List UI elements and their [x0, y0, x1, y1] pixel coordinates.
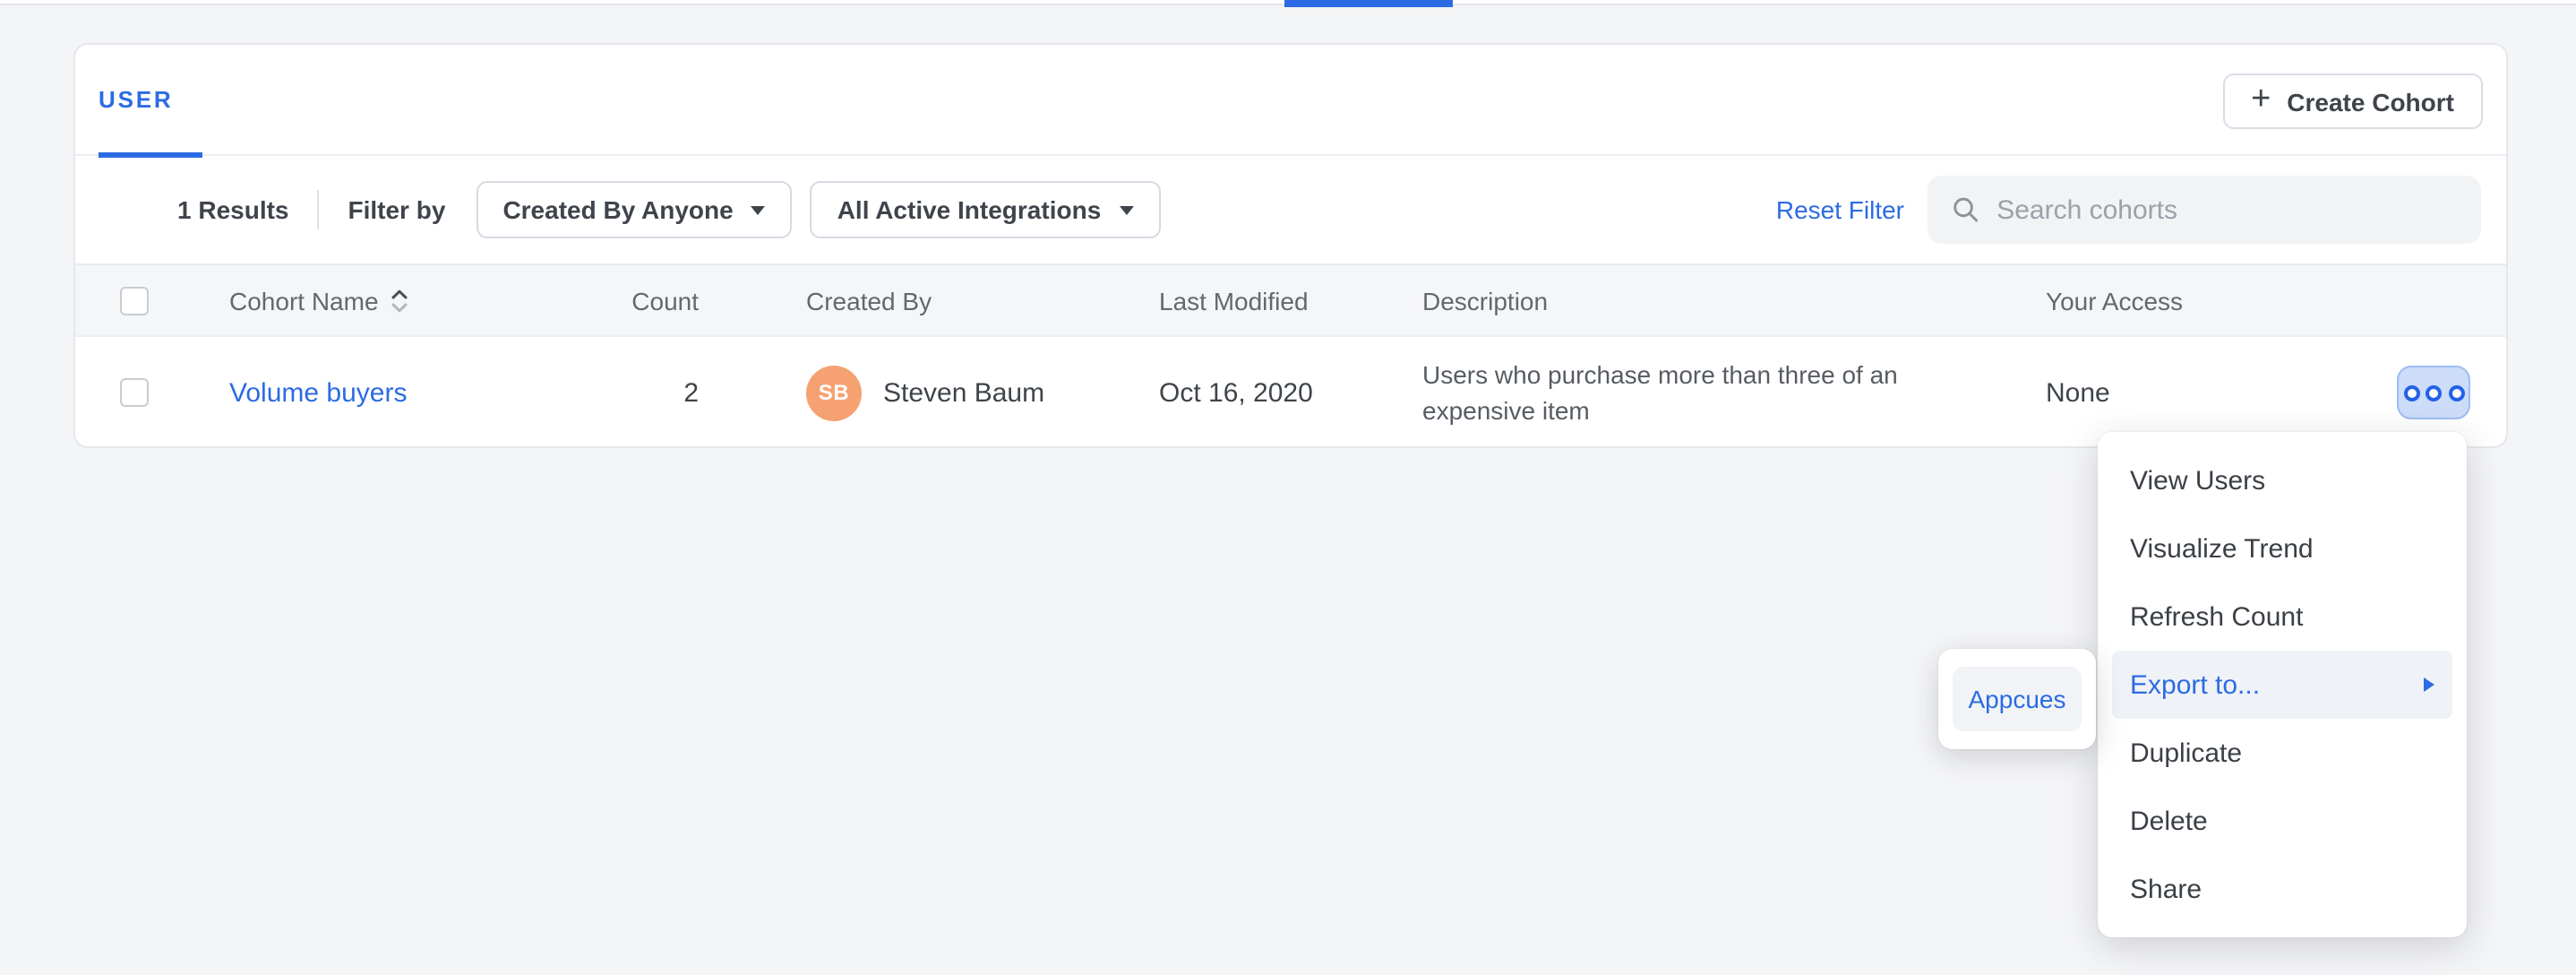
submenu-item-appcues[interactable]: Appcues	[1953, 667, 2082, 731]
search-box[interactable]	[1928, 176, 2481, 244]
reset-filter-link[interactable]: Reset Filter	[1776, 195, 1904, 224]
menu-item-view-users[interactable]: View Users	[2112, 446, 2452, 514]
ellipsis-icon	[2426, 384, 2442, 401]
cohorts-page: USER + Create Cohort 1 Results Filter by…	[0, 0, 2576, 975]
tab-user-underline	[99, 151, 202, 158]
filter-bar: 1 Results Filter by Created By Anyone Al…	[75, 156, 2506, 265]
active-nav-tab-indicator	[1284, 0, 1453, 7]
caret-down-icon	[1119, 205, 1133, 214]
last-modified-date: Oct 16, 2020	[1159, 377, 1422, 408]
ellipsis-icon	[2448, 384, 2464, 401]
column-header-count[interactable]: Count	[573, 286, 699, 315]
select-all-checkbox[interactable]	[120, 286, 149, 315]
menu-item-delete[interactable]: Delete	[2112, 787, 2452, 855]
column-header-created-by[interactable]: Created By	[699, 286, 1159, 315]
column-header-your-access[interactable]: Your Access	[2046, 286, 2397, 315]
created-by-name: Steven Baum	[883, 377, 1044, 408]
menu-item-visualize-trend[interactable]: Visualize Trend	[2112, 514, 2452, 582]
row-actions-button[interactable]	[2397, 366, 2470, 419]
row-checkbox[interactable]	[120, 378, 149, 407]
menu-item-export-to[interactable]: Export to...	[2112, 651, 2452, 719]
column-header-description[interactable]: Description	[1422, 286, 2046, 315]
table-header-row: Cohort Name Count Created By Last Modifi…	[75, 265, 2506, 337]
cohort-name-link[interactable]: Volume buyers	[229, 377, 407, 408]
integrations-dropdown-label: All Active Integrations	[837, 195, 1102, 224]
column-header-cohort-name[interactable]: Cohort Name	[229, 286, 573, 315]
create-cohort-label: Create Cohort	[2287, 87, 2454, 116]
menu-item-duplicate[interactable]: Duplicate	[2112, 719, 2452, 787]
export-submenu: Appcues	[1938, 649, 2096, 749]
created-by-dropdown-label: Created By Anyone	[502, 195, 733, 224]
integrations-dropdown[interactable]: All Active Integrations	[811, 181, 1161, 238]
export-to-label: Export to...	[2130, 669, 2260, 700]
filter-by-label: Filter by	[348, 195, 446, 224]
divider	[318, 190, 320, 229]
search-input[interactable]	[1996, 194, 2460, 225]
submenu-arrow-icon	[2424, 677, 2434, 692]
tab-user-label: USER	[99, 86, 173, 113]
ellipsis-icon	[2403, 384, 2419, 401]
menu-item-share[interactable]: Share	[2112, 855, 2452, 923]
column-header-last-modified[interactable]: Last Modified	[1159, 286, 1422, 315]
plus-icon: +	[2251, 82, 2271, 116]
tab-user[interactable]: USER	[99, 45, 173, 154]
created-by-dropdown[interactable]: Created By Anyone	[476, 181, 792, 238]
create-cohort-button[interactable]: + Create Cohort	[2222, 73, 2483, 129]
created-by-cell: SB Steven Baum	[806, 365, 1159, 420]
cohort-description: Users who purchase more than three of an…	[1422, 356, 1978, 428]
search-icon	[1953, 195, 1979, 224]
caret-down-icon	[751, 205, 766, 214]
cohorts-card: USER + Create Cohort 1 Results Filter by…	[73, 43, 2508, 448]
row-actions-menu: View Users Visualize Trend Refresh Count…	[2098, 432, 2467, 937]
cohort-count: 2	[573, 377, 699, 408]
results-count: 1 Results	[177, 195, 289, 224]
menu-item-refresh-count[interactable]: Refresh Count	[2112, 582, 2452, 651]
avatar: SB	[806, 365, 862, 420]
tab-bar: USER + Create Cohort	[75, 45, 2506, 156]
access-value: None	[2046, 377, 2397, 408]
sort-icon	[391, 288, 409, 313]
cohort-name-header-label: Cohort Name	[229, 286, 379, 315]
